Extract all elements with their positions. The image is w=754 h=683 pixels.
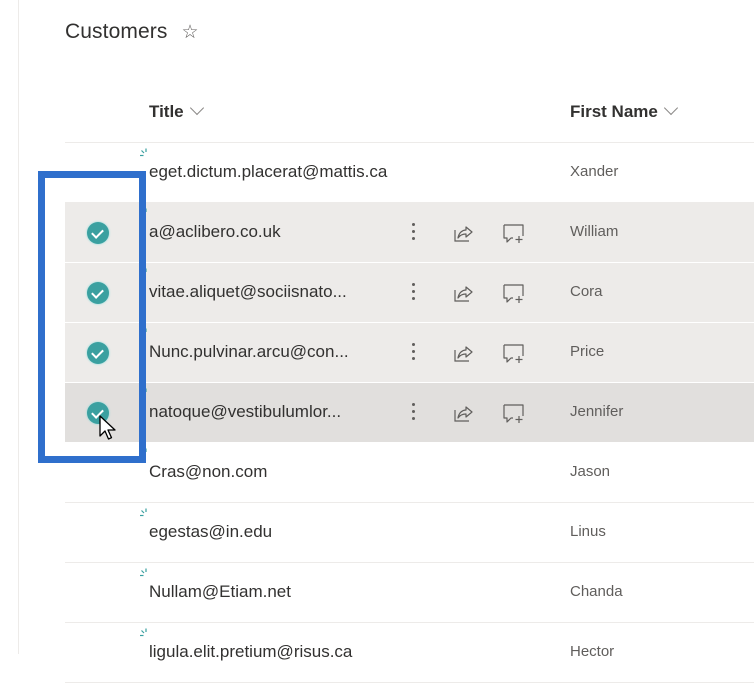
new-item-sparkle-icon (140, 628, 147, 637)
share-icon[interactable] (452, 222, 474, 244)
new-item-sparkle-icon (140, 328, 147, 337)
checkmark-circle-icon[interactable] (87, 402, 109, 424)
first-name-cell: Chanda (570, 583, 623, 600)
add-comment-icon[interactable] (502, 222, 526, 244)
more-vertical-icon[interactable] (410, 221, 416, 245)
title-cell[interactable]: Nunc.pulvinar.arcu@con... (149, 342, 349, 362)
list-item[interactable]: egestas@in.edu Linus (65, 503, 754, 563)
share-icon[interactable] (452, 402, 474, 424)
checkmark-circle-icon[interactable] (87, 342, 109, 364)
add-comment-icon[interactable] (502, 402, 526, 424)
new-item-sparkle-icon (140, 448, 147, 457)
column-header-label: Title (149, 102, 184, 121)
title-cell[interactable]: egestas@in.edu (149, 522, 272, 542)
column-headers: Title First Name (65, 88, 754, 143)
title-cell[interactable]: a@aclibero.co.uk (149, 222, 281, 242)
add-comment-icon[interactable] (502, 342, 526, 364)
more-vertical-icon[interactable] (410, 401, 416, 425)
column-header-first-name[interactable]: First Name (570, 100, 678, 122)
list-item[interactable]: Cras@non.com Jason (65, 443, 754, 503)
first-name-cell: Cora (570, 283, 603, 300)
new-item-sparkle-icon (140, 148, 147, 157)
column-header-title[interactable]: Title (149, 100, 204, 122)
list-item[interactable]: natoque@vestibulumlor... Jennifer (65, 383, 754, 443)
title-cell[interactable]: ligula.elit.pretium@risus.ca (149, 642, 352, 662)
first-name-cell: Hector (570, 643, 615, 660)
first-name-cell: William (570, 223, 619, 240)
more-vertical-icon[interactable] (410, 341, 416, 365)
add-comment-icon[interactable] (502, 282, 526, 304)
checkmark-circle-icon[interactable] (87, 222, 109, 244)
checkmark-circle-icon[interactable] (87, 282, 109, 304)
first-name-cell: Xander (570, 163, 619, 180)
list-item[interactable]: eget.dictum.placerat@mattis.ca Xander (65, 143, 754, 203)
list-item[interactable]: ligula.elit.pretium@risus.ca Hector (65, 623, 754, 683)
title-cell[interactable]: eget.dictum.placerat@mattis.ca (149, 162, 387, 182)
page-header: Customers ☆ (65, 20, 198, 44)
more-vertical-icon[interactable] (410, 281, 416, 305)
page-title: Customers (65, 20, 168, 43)
list-item[interactable]: Nullam@Etiam.net Chanda (65, 563, 754, 623)
first-name-cell: Jason (570, 463, 611, 480)
list-rows: eget.dictum.placerat@mattis.ca Xander a@ac… (65, 143, 754, 683)
first-name-cell: Linus (570, 523, 606, 540)
new-item-sparkle-icon (140, 268, 147, 277)
list-item[interactable]: a@aclibero.co.uk William (65, 203, 754, 263)
new-item-sparkle-icon (140, 508, 147, 517)
chevron-down-icon (663, 100, 678, 116)
chevron-down-icon (189, 100, 204, 116)
star-outline-icon[interactable]: ☆ (181, 21, 198, 44)
list-item[interactable]: vitae.aliquet@sociisnato... Cora (65, 263, 754, 323)
column-header-label: First Name (570, 102, 658, 121)
title-cell[interactable]: Nullam@Etiam.net (149, 582, 291, 602)
first-name-cell: Price (570, 343, 605, 360)
new-item-sparkle-icon (140, 208, 147, 217)
title-cell[interactable]: natoque@vestibulumlor... (149, 402, 341, 422)
new-item-sparkle-icon (140, 388, 147, 397)
left-panel-border (18, 0, 19, 654)
share-icon[interactable] (452, 282, 474, 304)
new-item-sparkle-icon (140, 568, 147, 577)
title-cell[interactable]: vitae.aliquet@sociisnato... (149, 282, 347, 302)
title-cell[interactable]: Cras@non.com (149, 462, 267, 482)
first-name-cell: Jennifer (570, 403, 624, 420)
share-icon[interactable] (452, 342, 474, 364)
list-item[interactable]: Nunc.pulvinar.arcu@con... Price (65, 323, 754, 383)
